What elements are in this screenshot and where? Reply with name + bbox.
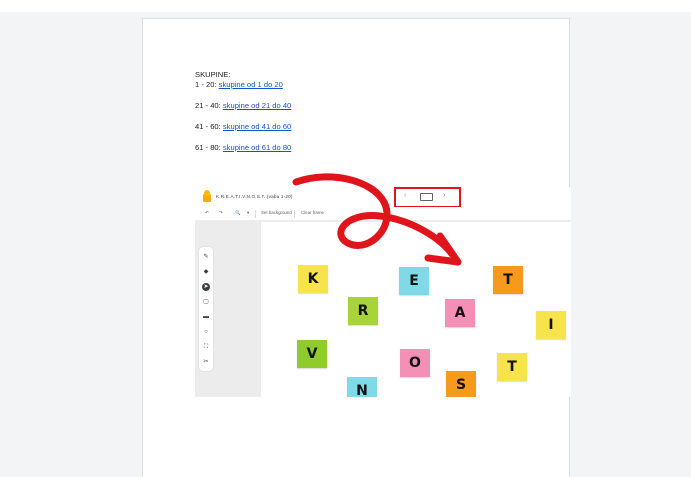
pen-icon[interactable]: ✎	[202, 253, 210, 261]
jamboard-logo-icon	[203, 190, 211, 202]
jamboard-toolbar: ↶ ↷ 🔍 ▾ Set background Clear frame	[195, 207, 571, 221]
group-range-label: 61 - 80:	[195, 143, 223, 152]
sticky-note[interactable]: T	[493, 266, 523, 294]
laser-icon[interactable]: ✂	[202, 358, 210, 366]
sticky-note[interactable]: R	[348, 297, 378, 325]
select-icon[interactable]: ➤	[202, 283, 210, 291]
group-link-21-40[interactable]: skupine od 21 do 40	[223, 101, 291, 110]
sticky-note-icon[interactable]: ▢	[202, 298, 210, 306]
text-box-icon[interactable]: ⛶	[202, 343, 210, 351]
toolbar-divider	[255, 210, 256, 218]
group-link-61-80[interactable]: skupine od 61 do 80	[223, 143, 291, 152]
frame-bar-icon[interactable]	[420, 193, 433, 201]
eraser-icon[interactable]: ◆	[202, 268, 210, 276]
sticky-note[interactable]: S	[446, 371, 476, 397]
sticky-note[interactable]: V	[297, 340, 327, 368]
groups-heading: SKUPINE:	[195, 70, 231, 79]
sticky-note[interactable]: E	[399, 267, 429, 295]
set-background-button[interactable]: Set background	[261, 210, 292, 215]
board-title: K.R.E.A.T.I.V.N.O.S.T. (vaba 1-20)	[216, 194, 293, 199]
sticky-note[interactable]: A	[445, 299, 475, 327]
group-row-1-20: 1 - 20: skupine od 1 do 20	[195, 80, 291, 90]
group-row-61-80: 61 - 80: skupine od 61 do 80	[195, 143, 291, 153]
jamboard-topbar: K.R.E.A.T.I.V.N.O.S.T. (vaba 1-20) ‹ ›	[195, 187, 571, 208]
jamboard-screenshot: K.R.E.A.T.I.V.N.O.S.T. (vaba 1-20) ‹ › ↶…	[195, 187, 571, 397]
document-page: SKUPINE: 1 - 20: skupine od 1 do 20 21 -…	[142, 18, 571, 477]
sticky-note[interactable]: K	[298, 265, 328, 293]
group-range-label: 1 - 20:	[195, 80, 219, 89]
group-range-label: 41 - 60:	[195, 122, 223, 131]
sticky-note[interactable]: O	[400, 349, 430, 377]
group-link-1-20[interactable]: skupine od 1 do 20	[219, 80, 283, 89]
clear-frame-button[interactable]: Clear frame	[301, 210, 324, 215]
redo-icon[interactable]: ↷	[219, 210, 223, 216]
next-frame-button[interactable]: ›	[443, 192, 445, 199]
chevron-down-icon[interactable]: ▾	[247, 210, 249, 216]
group-row-21-40: 21 - 40: skupine od 21 do 40	[195, 101, 291, 111]
tool-palette: ✎ ◆ ➤ ▢ ▬ ○ ⛶ ✂	[199, 247, 213, 371]
frame-navigation-highlight: ‹ ›	[394, 187, 461, 208]
toolbar-divider	[294, 210, 295, 218]
image-icon[interactable]: ▬	[202, 313, 210, 321]
circle-icon[interactable]: ○	[202, 328, 210, 336]
group-link-41-60[interactable]: skupine od 41 do 60	[223, 122, 291, 131]
sticky-note[interactable]: I	[536, 311, 566, 339]
group-row-41-60: 41 - 60: skupine od 41 do 60	[195, 122, 291, 132]
groups-list: SKUPINE: 1 - 20: skupine od 1 do 20 21 -…	[195, 70, 291, 153]
zoom-icon[interactable]: 🔍	[235, 210, 240, 216]
sticky-note[interactable]: T	[497, 353, 527, 381]
undo-icon[interactable]: ↶	[205, 210, 209, 216]
previous-frame-button[interactable]: ‹	[404, 192, 406, 199]
group-range-label: 21 - 40:	[195, 101, 223, 110]
sticky-note[interactable]: N	[347, 377, 377, 397]
top-band	[0, 0, 691, 12]
